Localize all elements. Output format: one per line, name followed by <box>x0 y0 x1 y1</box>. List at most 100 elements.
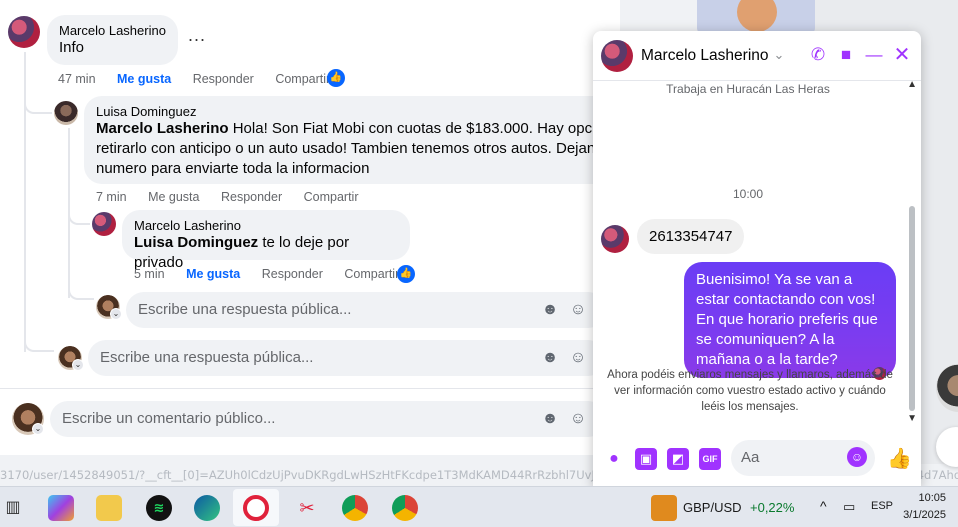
taskbar: ▥ ≋ ✂ GBP/USD +0,22% ^ ▭ ESP 10:05 3/1/2… <box>0 486 958 527</box>
comment-time[interactable]: 7 min <box>96 190 127 204</box>
comment-bubble: Marcelo Lasherino Luisa Dominguez te lo … <box>122 210 410 271</box>
comment-author[interactable]: Marcelo Lasherino <box>59 23 166 38</box>
like-button[interactable]: Me gusta <box>148 190 199 204</box>
reply-button[interactable]: Responder <box>221 190 282 204</box>
share-button[interactable]: Compartir <box>344 267 399 281</box>
chevron-down-icon[interactable]: ⌄ <box>110 308 122 320</box>
clock-date[interactable]: 3/1/2025 <box>900 509 946 521</box>
outgoing-message[interactable]: Buenisimo! Ya se van a estar contactando… <box>684 262 896 378</box>
comment-actions: 7 min Me gusta Responder Compartir <box>96 190 376 204</box>
incoming-message[interactable]: 2613354747 <box>637 219 745 254</box>
avatar-sticker-icon[interactable]: ☻ <box>540 300 560 320</box>
comment-text: Marcelo Lasherino Hola! Son Fiat Mobi co… <box>96 120 613 137</box>
network-icon[interactable]: ▭ <box>843 499 855 515</box>
avatar[interactable] <box>54 101 78 125</box>
reply-button[interactable]: Responder <box>193 72 254 86</box>
time-separator: 10:00 <box>732 187 764 201</box>
chevron-down-icon[interactable]: ⌄ <box>32 423 44 435</box>
comment-actions: 47 min Me gusta Responder Compartir <box>58 72 348 86</box>
emoji-icon[interactable]: ☺ <box>568 348 588 368</box>
gif-icon[interactable]: GIF <box>699 448 721 470</box>
comment-input[interactable]: Escribe un comentario público... ☻ ☺ <box>50 401 606 437</box>
emoji-icon[interactable]: ☺ <box>568 409 588 429</box>
avatar[interactable] <box>92 212 116 236</box>
comment-time[interactable]: 5 min <box>134 267 165 281</box>
chat-window: Marcelo Lasherino ⌄ ✆ ■ — ✕ Trabaja en H… <box>593 31 921 486</box>
thread-connector <box>24 330 54 352</box>
scroll-up-icon[interactable]: ▲ <box>907 79 917 90</box>
video-icon[interactable]: ■ <box>836 45 856 65</box>
copilot-icon[interactable] <box>48 495 74 521</box>
chat-messages: Trabaja en Huracán Las Heras 10:00 26133… <box>593 82 921 427</box>
avatar-sticker-icon[interactable]: ☻ <box>540 409 560 429</box>
scrollbar[interactable] <box>909 206 915 411</box>
comments-panel: · Marcelo Lasherino Info ... 47 min Me g… <box>0 0 620 455</box>
chevron-down-icon[interactable]: ⌄ <box>72 359 84 371</box>
chevron-up-icon[interactable]: ^ <box>820 498 827 514</box>
photo-icon[interactable]: ▣ <box>635 448 657 470</box>
comment-text: Info <box>59 39 85 56</box>
profile-workline: Trabaja en Huracán Las Heras <box>666 82 830 96</box>
chrome-icon[interactable] <box>342 495 368 521</box>
ticker-symbol[interactable]: GBP/USD <box>683 500 742 515</box>
phone-icon[interactable]: ✆ <box>808 45 828 65</box>
chrome-profile-icon[interactable] <box>392 495 418 521</box>
reply-button[interactable]: Responder <box>262 267 323 281</box>
thread-connector <box>68 280 94 300</box>
avatar-sticker-icon[interactable]: ☻ <box>540 348 560 368</box>
reply-input[interactable]: Escribe una respuesta pública... ☻ ☺ <box>88 340 606 376</box>
reply-input[interactable]: Escribe una respuesta pública... ☻ ☺ <box>126 292 606 328</box>
ticker-change[interactable]: +0,22% <box>750 500 794 515</box>
mention-link[interactable]: Luisa Dominguez <box>134 234 258 251</box>
comment-bubble: Marcelo Lasherino Info <box>47 15 178 65</box>
avatar[interactable] <box>8 16 40 48</box>
chat-composer: ● ▣ ◩ GIF Aa ☺ 👍 <box>593 431 921 486</box>
thumbs-up-icon[interactable]: 👍 <box>887 448 912 470</box>
microphone-icon[interactable]: ● <box>603 448 625 470</box>
edge-icon[interactable] <box>194 495 220 521</box>
message-input[interactable]: Aa ☺ <box>731 440 875 476</box>
like-reaction-icon[interactable]: 👍 <box>327 69 345 87</box>
chat-header: Marcelo Lasherino ⌄ ✆ ■ — ✕ <box>593 31 921 81</box>
file-explorer-icon[interactable] <box>96 495 122 521</box>
comment-actions: 5 min Me gusta Responder Compartir <box>134 267 417 281</box>
clock-time[interactable]: 10:05 <box>900 492 946 504</box>
mention-link[interactable]: Marcelo Lasherino <box>96 120 229 137</box>
like-button[interactable]: Me gusta <box>117 72 171 86</box>
language-indicator[interactable]: ESP <box>871 500 893 512</box>
comment-text: retirarlo con anticipo o un auto usado! … <box>96 140 596 157</box>
share-button[interactable]: Compartir <box>304 190 359 204</box>
close-icon[interactable]: ✕ <box>892 45 912 65</box>
task-view-icon[interactable]: ▥ <box>0 495 26 521</box>
divider <box>0 388 620 389</box>
comment-author[interactable]: Luisa Dominguez <box>96 104 592 119</box>
stock-widget-icon[interactable] <box>651 495 677 521</box>
like-reaction-icon[interactable]: 👍 <box>397 265 415 283</box>
chat-avatar[interactable] <box>601 40 633 72</box>
sticker-icon[interactable]: ◩ <box>667 448 689 470</box>
background-image <box>697 0 815 34</box>
emoji-icon[interactable]: ☺ <box>568 300 588 320</box>
comment-author[interactable]: Marcelo Lasherino <box>134 218 398 233</box>
reply-input-placeholder: Escribe una respuesta pública... <box>138 301 352 318</box>
like-button[interactable]: Me gusta <box>186 267 240 281</box>
opera-icon[interactable] <box>243 495 269 521</box>
comment-bubble: Luisa Dominguez Marcelo Lasherino Hola! … <box>84 96 613 184</box>
spotify-icon[interactable]: ≋ <box>146 495 172 521</box>
thread-connector <box>24 90 52 114</box>
message-input-placeholder: Aa <box>741 449 760 466</box>
comment-time[interactable]: 47 min <box>58 72 96 86</box>
reply-input-placeholder: Escribe una respuesta pública... <box>100 349 314 366</box>
chevron-down-icon[interactable]: ⌄ <box>769 45 789 65</box>
emoji-icon[interactable]: ☺ <box>847 447 867 467</box>
privacy-notice: Ahora podéis enviaros mensajes y llamaro… <box>607 369 893 413</box>
share-button[interactable]: Compartir <box>275 72 330 86</box>
cut-off-text: · <box>58 0 62 5</box>
thread-connector <box>68 205 90 225</box>
snipping-tool-icon[interactable]: ✂ <box>294 495 320 521</box>
more-options-icon[interactable]: ... <box>188 25 206 46</box>
comment-text: numero para enviarte toda la informacion <box>96 160 370 177</box>
minimize-icon[interactable]: — <box>864 45 884 65</box>
scroll-down-icon[interactable]: ▼ <box>907 413 917 424</box>
chat-title[interactable]: Marcelo Lasherino <box>641 47 769 65</box>
